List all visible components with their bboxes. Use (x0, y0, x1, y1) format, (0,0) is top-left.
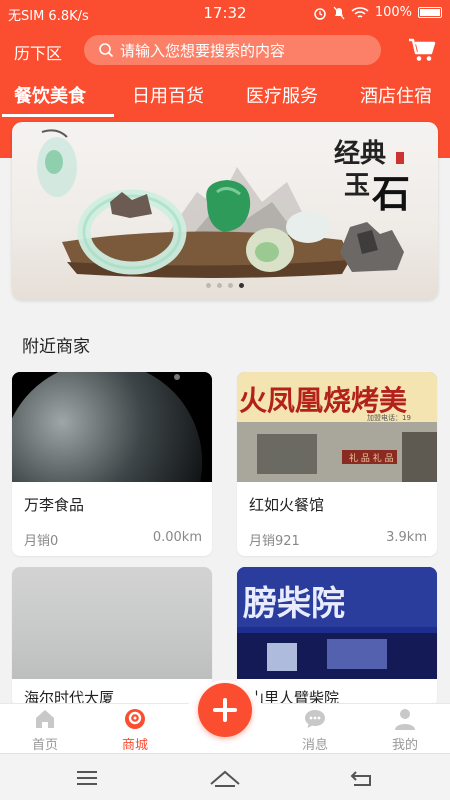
merchant-image (12, 567, 212, 679)
svg-text:加盟电话：19: 加盟电话：19 (367, 413, 411, 422)
nav-profile[interactable]: 我的 (370, 704, 440, 754)
add-button[interactable] (198, 683, 252, 737)
merchant-image (12, 372, 212, 482)
merchant-name: 红如火餐馆 (249, 496, 325, 514)
cart-icon[interactable] (408, 37, 436, 63)
banner-dot[interactable] (228, 283, 233, 288)
menu-icon[interactable] (67, 766, 107, 790)
message-icon (305, 710, 325, 728)
tab-daily-goods[interactable]: 日用百货 (132, 82, 204, 108)
merchant-image: 膀柴院 (237, 567, 437, 679)
mall-icon (125, 709, 145, 729)
tab-hotel[interactable]: 酒店住宿 (360, 82, 432, 108)
merchant-sales: 月销0 (24, 534, 59, 549)
merchant-sales: 月销921 (249, 534, 300, 549)
status-bar: 无SIM 6.8K/s 17:32 100% (0, 0, 450, 28)
nav-messages-label: 消息 (301, 738, 328, 753)
back-icon[interactable] (342, 766, 382, 790)
active-tab-indicator (2, 114, 114, 117)
nav-mall-label: 商城 (121, 738, 148, 753)
wifi-icon (351, 6, 369, 18)
category-tabs: 餐饮美食 日用百货 医疗服务 酒店住宿 (0, 72, 450, 118)
search-placeholder: 请输入您想要搜索的内容 (120, 41, 286, 60)
home-button-icon[interactable] (205, 766, 245, 790)
svg-text:石: 石 (372, 171, 410, 216)
svg-text:礼 品 礼 品: 礼 品 礼 品 (349, 452, 394, 464)
merchant-card[interactable]: 火凤凰烧烤美 加盟电话：19 礼 品 礼 品 红如火餐馆 月销921 3.9km (237, 372, 437, 556)
nav-messages[interactable]: 消息 (280, 704, 350, 754)
banner-image: 经典 玉 石 (37, 129, 410, 278)
tab-food[interactable]: 餐饮美食 (14, 82, 86, 108)
svg-text:经典: 经典 (334, 138, 386, 169)
location-selector[interactable]: 历下区 (14, 40, 62, 64)
battery-percent: 100% (374, 5, 412, 20)
nav-profile-label: 我的 (391, 738, 418, 753)
search-icon (99, 43, 114, 58)
nav-home[interactable]: 首页 (10, 704, 80, 754)
alarm-icon (314, 7, 326, 20)
merchant-distance: 0.00km (152, 530, 202, 545)
svg-text:膀柴院: 膀柴院 (243, 584, 345, 624)
nav-home-label: 首页 (31, 738, 58, 753)
banner-dot[interactable] (206, 283, 211, 288)
svg-text:火凤凰烧烤美: 火凤凰烧烤美 (239, 384, 407, 417)
merchant-image: 火凤凰烧烤美 加盟电话：19 礼 品 礼 品 (237, 372, 437, 482)
search-input[interactable]: 请输入您想要搜索的内容 (84, 35, 381, 65)
promo-banner[interactable]: 经典 玉 石 (12, 122, 438, 300)
mute-icon (333, 6, 345, 19)
section-title-nearby: 附近商家 (22, 337, 90, 357)
battery-icon (418, 7, 442, 18)
merchant-card[interactable]: 海尔时代大厦 (12, 567, 212, 707)
banner-pagination (12, 283, 438, 288)
banner-dot-active[interactable] (239, 283, 244, 288)
merchant-card[interactable]: 膀柴院 山里人臂柴院 (237, 567, 437, 707)
svg-text:玉: 玉 (344, 171, 370, 201)
tab-medical[interactable]: 医疗服务 (246, 82, 318, 108)
merchant-distance: 3.9km (386, 530, 427, 545)
merchant-card[interactable]: 万李食品 月销0 0.00km (12, 372, 212, 556)
profile-icon (395, 709, 415, 730)
system-nav-bar (0, 753, 450, 800)
merchant-name: 万李食品 (24, 496, 85, 514)
home-icon (36, 710, 54, 728)
banner-dot[interactable] (217, 283, 222, 288)
app-header: 历下区 请输入您想要搜索的内容 (0, 28, 450, 72)
nav-mall[interactable]: 商城 (100, 704, 170, 754)
